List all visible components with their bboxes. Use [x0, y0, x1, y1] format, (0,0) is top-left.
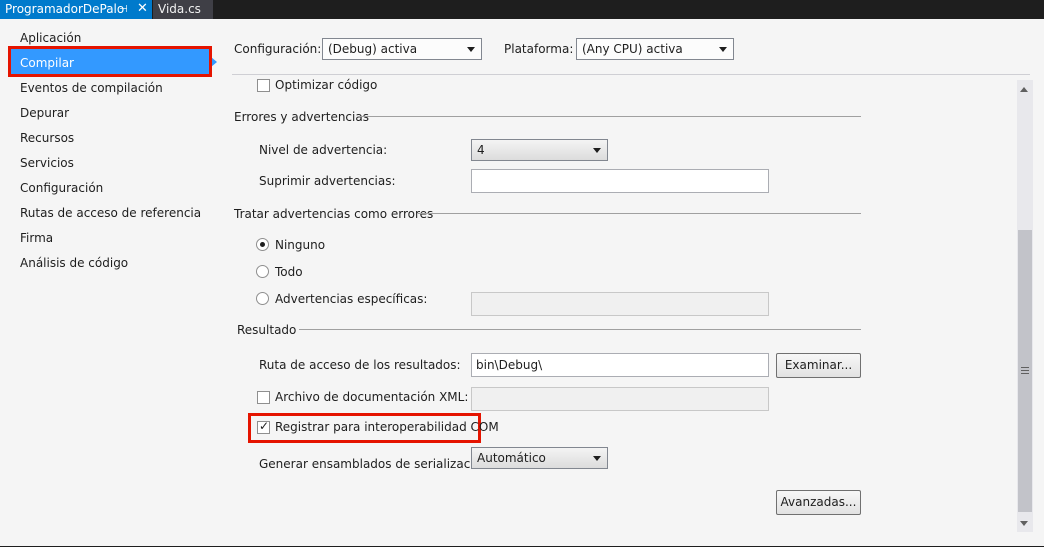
tab-label: Vida.cs	[158, 2, 201, 16]
section-header-treat-warnings: Tratar advertencias como errores	[234, 207, 434, 221]
sidebar-item-compilar[interactable]: Compilar	[20, 54, 74, 72]
scroll-up-icon[interactable]	[1020, 87, 1028, 92]
com-interop-label: Registrar para interoperabilidad COM	[275, 420, 499, 434]
radio-ninguno-label: Ninguno	[275, 238, 326, 252]
pin-icon[interactable]: ⊣	[119, 0, 128, 19]
section-divider	[418, 213, 861, 214]
xml-doc-input[interactable]	[471, 387, 769, 411]
radio-especificas[interactable]	[256, 292, 269, 305]
suppress-warnings-input[interactable]	[471, 169, 769, 193]
xml-doc-label: Archivo de documentación XML:	[275, 390, 469, 404]
sidebar-item-analisis-codigo[interactable]: Análisis de código	[20, 254, 128, 272]
config-select-value: (Debug) activa	[328, 42, 418, 56]
chevron-down-icon	[719, 47, 727, 52]
radio-todo-label: Todo	[275, 265, 303, 279]
tab-programadordepalo[interactable]: ProgramadorDePalo ⊣ ✕	[0, 0, 152, 19]
tab-label: ProgramadorDePalo	[5, 2, 125, 16]
suppress-warnings-label: Suprimir advertencias:	[259, 174, 396, 188]
advanced-button[interactable]: Avanzadas...	[776, 490, 861, 515]
com-interop-checkbox[interactable]	[257, 419, 270, 434]
chevron-down-icon	[593, 148, 601, 153]
optimize-checkbox[interactable]	[257, 79, 270, 92]
section-divider	[299, 329, 861, 330]
output-path-input[interactable]: bin\Debug\	[471, 353, 769, 377]
warning-level-label: Nivel de advertencia:	[259, 143, 388, 157]
sidebar-item-recursos[interactable]: Recursos	[20, 129, 74, 147]
chevron-down-icon	[593, 456, 601, 461]
sidebar-item-configuracion[interactable]: Configuración	[20, 179, 103, 197]
sidebar-item-eventos-compilacion[interactable]: Eventos de compilación	[20, 79, 163, 97]
output-path-label: Ruta de acceso de los resultados:	[259, 358, 461, 372]
platform-select-value: (Any CPU) activa	[582, 42, 683, 56]
serialization-select[interactable]: Automático	[471, 447, 608, 469]
sidebar-item-rutas-referencia[interactable]: Rutas de acceso de referencia	[20, 204, 201, 222]
chevron-down-icon	[467, 47, 475, 52]
warning-level-select[interactable]: 4	[471, 139, 608, 161]
grip-icon	[1021, 367, 1029, 374]
config-label: Configuración:	[234, 42, 322, 56]
warning-level-value: 4	[477, 143, 485, 157]
sidebar-item-aplicacion[interactable]: Aplicación	[20, 29, 81, 47]
optimize-label: Optimizar código	[275, 78, 378, 92]
config-select[interactable]: (Debug) activa	[322, 38, 482, 60]
sidebar-item-servicios[interactable]: Servicios	[20, 154, 74, 172]
platform-select[interactable]: (Any CPU) activa	[576, 38, 734, 60]
scroll-down-icon[interactable]	[1020, 521, 1028, 526]
specific-warnings-input[interactable]	[471, 292, 769, 316]
section-header-output: Resultado	[237, 323, 297, 337]
toolbar-divider	[232, 74, 1030, 75]
radio-todo[interactable]	[256, 265, 269, 278]
xml-doc-checkbox[interactable]	[257, 391, 270, 404]
section-header-errors: Errores y advertencias	[234, 110, 369, 124]
platform-label: Plataforma:	[504, 42, 574, 56]
serialization-value: Automático	[477, 451, 546, 465]
section-divider	[358, 116, 861, 117]
close-icon[interactable]: ✕	[137, 0, 148, 18]
sidebar-item-firma[interactable]: Firma	[20, 229, 53, 247]
tab-vida-cs[interactable]: Vida.cs	[153, 0, 213, 19]
document-tab-strip: ProgramadorDePalo ⊣ ✕ Vida.cs	[0, 0, 1044, 19]
browse-button[interactable]: Examinar...	[776, 353, 861, 378]
sidebar-item-depurar[interactable]: Depurar	[20, 104, 69, 122]
serialization-label: Generar ensamblados de serialización:	[259, 457, 493, 471]
radio-ninguno[interactable]	[256, 238, 269, 251]
radio-especificas-label: Advertencias específicas:	[275, 292, 428, 306]
